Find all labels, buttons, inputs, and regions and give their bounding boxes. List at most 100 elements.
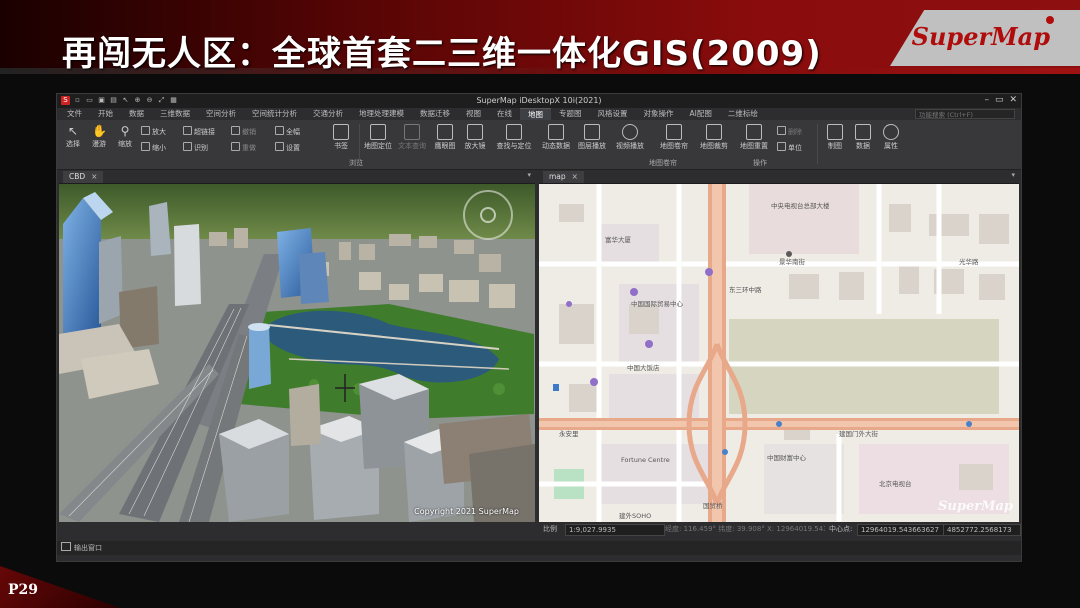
center-y-field[interactable]: 4852772.2568173 [943,524,1021,536]
menu-2d-plotting[interactable]: 二维标绘 [720,108,766,120]
settings-button[interactable]: 设置 [275,142,300,153]
scale-combobox[interactable]: 1:9,027.9935 [565,524,665,536]
scene-tab-bar: CBD × ▾ [59,170,535,184]
magnifier-button[interactable]: 放大镜 [461,122,489,151]
menu-data-migration[interactable]: 数据迁移 [412,108,458,120]
ribbon-separator [359,124,360,164]
app-window: S ▫ ▭ ▣ ▤ ↖ ⊕ ⊖ ⤢ ▦ SuperMap iDesktopX 1… [56,93,1022,562]
identify-button[interactable]: 识别 [183,142,208,153]
center-x-field[interactable]: 12964019.543663627 [857,524,945,536]
close-icon[interactable]: × [572,172,578,181]
menu-ai-mapping[interactable]: AI配图 [682,108,720,120]
menu-file[interactable]: 文件 [59,108,90,120]
properties-label: 属性 [884,142,898,150]
menu-map[interactable]: 地图 [520,107,551,121]
find-locate-button[interactable]: 查找与定位 [493,122,535,151]
map-swipe-button[interactable]: 地图卷帘 [657,122,691,151]
pane-menu-icon[interactable]: ▾ [527,171,531,179]
text-query-button[interactable]: 文本查询 [395,122,429,151]
eagle-eye-label: 鹰眼图 [434,142,456,150]
undo-button[interactable]: 撤销 [231,126,256,137]
menu-spatial-analysis[interactable]: 空间分析 [198,108,244,120]
eagle-eye-button[interactable]: 鹰眼图 [431,122,459,151]
zoom-out-label: 缩小 [152,144,166,152]
zoom-in-label: 放大 [152,128,166,136]
map-locate-button[interactable]: 地图定位 [361,122,395,151]
map-pane: map × ▾ 中央电视台总部大楼 中国国际贸易中心 中国大饭店 Fortune… [539,170,1019,522]
map-reset-button[interactable]: 地图重置 [737,122,771,151]
menu-online[interactable]: 在线 [489,108,520,120]
tab-map[interactable]: map × [543,171,584,183]
map-label-zhongguo-caifu: 中国财富中心 [767,454,806,462]
close-button[interactable]: ✕ [1009,95,1017,105]
find-locate-label: 查找与定位 [496,142,532,150]
hyperlink-label: 超链接 [194,128,215,136]
menu-view[interactable]: 视图 [458,108,489,120]
bookmark-button[interactable]: 书签 [327,122,355,151]
map-label-yonganli: 永安里 [559,430,579,438]
locate-icon [370,124,386,140]
menu-data[interactable]: 数据 [121,108,152,120]
select-button[interactable]: ↖ 选择 [59,122,87,149]
cursor-coordinates: 经度: 116.459° 纬度: 39.908° X: 12964019.543… [665,525,825,533]
zoom-out-small-icon [141,142,150,151]
scene-pane: CBD × ▾ Copyright 2021 SuperMap [59,170,535,522]
dynamic-data-button[interactable]: 动态数据 [539,122,573,151]
menu-object-operations[interactable]: 对象操作 [636,108,682,120]
menu-start[interactable]: 开始 [90,108,121,120]
undo-icon [231,126,240,135]
redo-button[interactable]: 重做 [231,142,256,153]
menu-traffic-analysis[interactable]: 交通分析 [305,108,351,120]
function-search-input[interactable]: 功能搜索 (Ctrl+F) [915,109,1015,119]
layer-play-label: 图层播放 [578,142,606,150]
pointer-icon: ↖ [67,124,79,138]
menu-3d-data[interactable]: 三维数据 [152,108,198,120]
map-clip-label: 地图裁剪 [700,142,728,150]
play-icon [622,124,638,140]
cartography-button[interactable]: 制图 [821,122,849,151]
browse-group-label: 浏览 [349,159,363,167]
zoom-in-button[interactable]: 放大 [141,126,166,137]
map-label-jianguomenwai: 建国门外大街 [839,430,878,438]
map-tab-bar: map × ▾ [539,170,1019,184]
menu-style-settings[interactable]: 风格设置 [590,108,636,120]
menu-geoprocessing[interactable]: 地理处理建模 [351,108,412,120]
center-label: 中心点: [829,525,853,533]
page-number: P29 [8,582,39,598]
unit-button[interactable]: 单位 [777,142,802,153]
menu-spatial-statistics[interactable]: 空间统计分析 [244,108,305,120]
bookmark-label: 书签 [334,142,348,150]
compass-center[interactable] [480,207,496,223]
map-label-fortune-centre: Fortune Centre [621,456,670,464]
pane-menu-icon[interactable]: ▾ [1011,171,1015,179]
tab-cbd[interactable]: CBD × [63,171,104,183]
map-label-world-trade: 中国国际贸易中心 [631,300,683,308]
menu-thematic-map[interactable]: 专题图 [551,108,590,120]
close-icon[interactable]: × [91,172,97,181]
map-clip-button[interactable]: 地图裁剪 [697,122,731,151]
map-swipe-label: 地图卷帘 [660,142,688,150]
video-play-button[interactable]: 视频播放 [613,122,647,151]
zoom-button[interactable]: ⚲ 缩放 [111,122,139,149]
hyperlink-button[interactable]: 超链接 [183,126,215,137]
properties-button[interactable]: 属性 [877,122,905,151]
scene-copyright: Copyright 2021 SuperMap [414,507,519,516]
map-view[interactable]: 中央电视台总部大楼 中国国际贸易中心 中国大饭店 Fortune Centre … [539,184,1019,522]
cartography-label: 制图 [828,142,842,150]
output-window-bar[interactable]: 输出窗口 [57,541,1021,555]
map-label-guanghua: 光华路 [959,258,979,266]
pan-button[interactable]: ✋ 漫游 [85,122,113,149]
map-label-jianwai-soho: 建外SOHO [619,512,652,520]
map-label-jingsheng: 景华南街 [779,258,805,266]
settings-label: 设置 [286,144,300,152]
delete-button[interactable]: 删除 [777,126,802,137]
navigation-compass[interactable] [463,190,513,240]
minimize-button[interactable]: – [984,95,989,105]
layer-play-button[interactable]: 图层播放 [575,122,609,151]
full-extent-button[interactable]: 全幅 [275,126,300,137]
zoom-out-button[interactable]: 缩小 [141,142,166,153]
delete-icon [777,126,786,135]
scene-view[interactable]: Copyright 2021 SuperMap [59,184,535,522]
maximize-button[interactable]: ▭ [995,95,1004,105]
data-button[interactable]: 数据 [849,122,877,151]
